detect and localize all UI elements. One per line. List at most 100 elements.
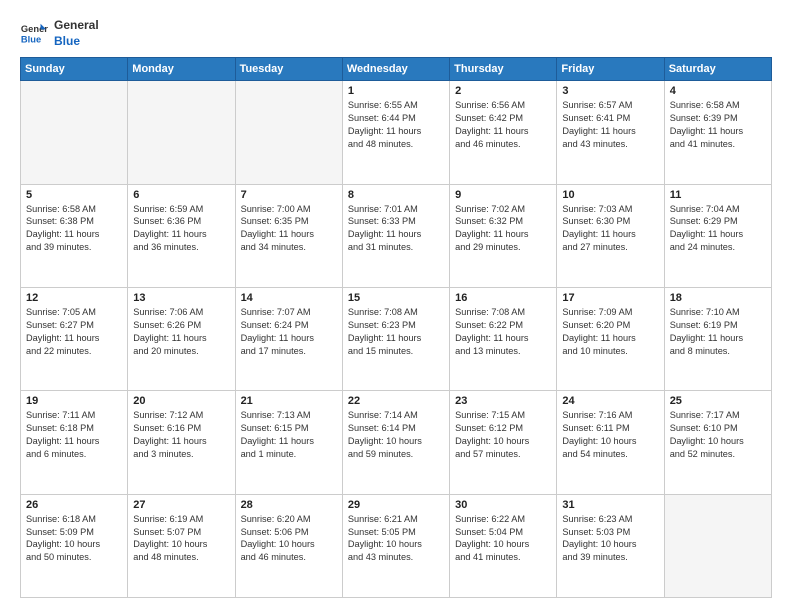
day-number: 31 (562, 499, 658, 511)
day-number: 19 (26, 395, 122, 407)
calendar-cell: 27Sunrise: 6:19 AM Sunset: 5:07 PM Dayli… (128, 494, 235, 597)
day-number: 20 (133, 395, 229, 407)
cell-info: Sunrise: 7:16 AM Sunset: 6:11 PM Dayligh… (562, 409, 658, 461)
calendar-cell: 11 Sunrise: 7:04 AM Sunset: 6:29 PM Dayli… (664, 184, 771, 287)
calendar-cell: 23 Sunrise: 7:15 AM Sunset: 6:12 PM Dayli… (450, 391, 557, 494)
day-number: 25 (670, 395, 766, 407)
calendar-cell: 15 Sunrise: 7:08 AM Sunset: 6:23 PM Dayli… (342, 287, 449, 390)
day-number: 15 (348, 292, 444, 304)
cell-info: Sunrise: 7:00 AM Sunset: 6:35 PM Dayligh… (241, 203, 337, 255)
day-number: 26 (26, 499, 122, 511)
weekday-header-saturday: Saturday (664, 58, 771, 81)
day-number: 6 (133, 189, 229, 201)
calendar-cell: 18 Sunrise: 7:10 AM Sunset: 6:19 PM Dayli… (664, 287, 771, 390)
calendar-cell: 3 Sunrise: 6:57 AM Sunset: 6:41 PM Daylig… (557, 81, 664, 184)
calendar-cell: 12Sunrise: 7:05 AM Sunset: 6:27 PM Dayli… (21, 287, 128, 390)
calendar-cell: 20 Sunrise: 7:12 AM Sunset: 6:16 PM Dayli… (128, 391, 235, 494)
cell-info: Sunrise: 6:21 AM Sunset: 5:05 PM Dayligh… (348, 513, 444, 565)
calendar-cell (235, 81, 342, 184)
day-number: 5 (26, 189, 122, 201)
cell-info: Sunrise: 7:08 AM Sunset: 6:22 PM Dayligh… (455, 306, 551, 358)
cell-info: Sunrise: 6:20 AM Sunset: 5:06 PM Dayligh… (241, 513, 337, 565)
weekday-header-thursday: Thursday (450, 58, 557, 81)
calendar-cell: 10 Sunrise: 7:03 AM Sunset: 6:30 PM Dayli… (557, 184, 664, 287)
calendar-cell: 4 Sunrise: 6:58 AM Sunset: 6:39 PM Daylig… (664, 81, 771, 184)
calendar-cell: 30 Sunrise: 6:22 AM Sunset: 5:04 PM Dayli… (450, 494, 557, 597)
calendar-cell: 16 Sunrise: 7:08 AM Sunset: 6:22 PM Dayli… (450, 287, 557, 390)
cell-info: Sunrise: 7:09 AM Sunset: 6:20 PM Dayligh… (562, 306, 658, 358)
calendar-cell: 22 Sunrise: 7:14 AM Sunset: 6:14 PM Dayli… (342, 391, 449, 494)
weekday-header-monday: Monday (128, 58, 235, 81)
day-number: 8 (348, 189, 444, 201)
day-number: 7 (241, 189, 337, 201)
cell-info: Sunrise: 6:57 AM Sunset: 6:41 PM Dayligh… (562, 99, 658, 151)
cell-info: Sunrise: 7:14 AM Sunset: 6:14 PM Dayligh… (348, 409, 444, 461)
day-number: 29 (348, 499, 444, 511)
cell-info: Sunrise: 6:58 AM Sunset: 6:38 PM Dayligh… (26, 203, 122, 255)
day-number: 10 (562, 189, 658, 201)
calendar-cell: 21Sunrise: 7:13 AM Sunset: 6:15 PM Dayli… (235, 391, 342, 494)
cell-info: Sunrise: 6:56 AM Sunset: 6:42 PM Dayligh… (455, 99, 551, 151)
cell-info: Sunrise: 7:04 AM Sunset: 6:29 PM Dayligh… (670, 203, 766, 255)
page: General Blue General Blue SundayMondayTu… (0, 0, 792, 612)
day-number: 3 (562, 85, 658, 97)
cell-info: Sunrise: 7:12 AM Sunset: 6:16 PM Dayligh… (133, 409, 229, 461)
weekday-header-sunday: Sunday (21, 58, 128, 81)
calendar-cell: 7 Sunrise: 7:00 AM Sunset: 6:35 PM Daylig… (235, 184, 342, 287)
header: General Blue General Blue (20, 18, 772, 49)
calendar-cell: 13Sunrise: 7:06 AM Sunset: 6:26 PM Dayli… (128, 287, 235, 390)
calendar-cell (128, 81, 235, 184)
cell-info: Sunrise: 7:07 AM Sunset: 6:24 PM Dayligh… (241, 306, 337, 358)
day-number: 11 (670, 189, 766, 201)
calendar-cell: 8 Sunrise: 7:01 AM Sunset: 6:33 PM Daylig… (342, 184, 449, 287)
calendar-cell (664, 494, 771, 597)
cell-info: Sunrise: 7:10 AM Sunset: 6:19 PM Dayligh… (670, 306, 766, 358)
day-number: 4 (670, 85, 766, 97)
day-number: 22 (348, 395, 444, 407)
calendar-cell: 1Sunrise: 6:55 AM Sunset: 6:44 PM Daylig… (342, 81, 449, 184)
calendar-cell: 9 Sunrise: 7:02 AM Sunset: 6:32 PM Daylig… (450, 184, 557, 287)
day-number: 28 (241, 499, 337, 511)
cell-info: Sunrise: 7:11 AM Sunset: 6:18 PM Dayligh… (26, 409, 122, 461)
day-number: 9 (455, 189, 551, 201)
cell-info: Sunrise: 6:55 AM Sunset: 6:44 PM Dayligh… (348, 99, 444, 151)
day-number: 30 (455, 499, 551, 511)
calendar-cell: 26 Sunrise: 6:18 AM Sunset: 5:09 PM Dayli… (21, 494, 128, 597)
calendar-cell: 17 Sunrise: 7:09 AM Sunset: 6:20 PM Dayli… (557, 287, 664, 390)
day-number: 18 (670, 292, 766, 304)
weekday-header-tuesday: Tuesday (235, 58, 342, 81)
logo: General Blue General Blue (20, 18, 99, 49)
logo-text: General Blue (54, 18, 99, 49)
day-number: 23 (455, 395, 551, 407)
weekday-header-wednesday: Wednesday (342, 58, 449, 81)
day-number: 2 (455, 85, 551, 97)
calendar-cell: 29 Sunrise: 6:21 AM Sunset: 5:05 PM Dayli… (342, 494, 449, 597)
cell-info: Sunrise: 6:59 AM Sunset: 6:36 PM Dayligh… (133, 203, 229, 255)
cell-info: Sunrise: 7:03 AM Sunset: 6:30 PM Dayligh… (562, 203, 658, 255)
day-number: 17 (562, 292, 658, 304)
day-number: 13 (133, 292, 229, 304)
calendar-cell: 14 Sunrise: 7:07 AM Sunset: 6:24 PM Dayli… (235, 287, 342, 390)
calendar-table: SundayMondayTuesdayWednesdayThursdayFrid… (20, 57, 772, 598)
cell-info: Sunrise: 6:58 AM Sunset: 6:39 PM Dayligh… (670, 99, 766, 151)
day-number: 16 (455, 292, 551, 304)
calendar-cell: 25 Sunrise: 7:17 AM Sunset: 6:10 PM Dayli… (664, 391, 771, 494)
cell-info: Sunrise: 7:17 AM Sunset: 6:10 PM Dayligh… (670, 409, 766, 461)
cell-info: Sunrise: 7:02 AM Sunset: 6:32 PM Dayligh… (455, 203, 551, 255)
logo-icon: General Blue (20, 20, 48, 48)
calendar-cell: 19 Sunrise: 7:11 AM Sunset: 6:18 PM Dayli… (21, 391, 128, 494)
day-number: 21 (241, 395, 337, 407)
cell-info: Sunrise: 7:01 AM Sunset: 6:33 PM Dayligh… (348, 203, 444, 255)
svg-text:Blue: Blue (21, 34, 41, 44)
day-number: 14 (241, 292, 337, 304)
calendar-cell: 2 Sunrise: 6:56 AM Sunset: 6:42 PM Daylig… (450, 81, 557, 184)
calendar-cell: 24Sunrise: 7:16 AM Sunset: 6:11 PM Dayli… (557, 391, 664, 494)
day-number: 12 (26, 292, 122, 304)
cell-info: Sunrise: 6:18 AM Sunset: 5:09 PM Dayligh… (26, 513, 122, 565)
calendar-cell: 6 Sunrise: 6:59 AM Sunset: 6:36 PM Daylig… (128, 184, 235, 287)
cell-info: Sunrise: 6:22 AM Sunset: 5:04 PM Dayligh… (455, 513, 551, 565)
cell-info: Sunrise: 7:15 AM Sunset: 6:12 PM Dayligh… (455, 409, 551, 461)
cell-info: Sunrise: 7:08 AM Sunset: 6:23 PM Dayligh… (348, 306, 444, 358)
cell-info: Sunrise: 6:19 AM Sunset: 5:07 PM Dayligh… (133, 513, 229, 565)
calendar-cell (21, 81, 128, 184)
